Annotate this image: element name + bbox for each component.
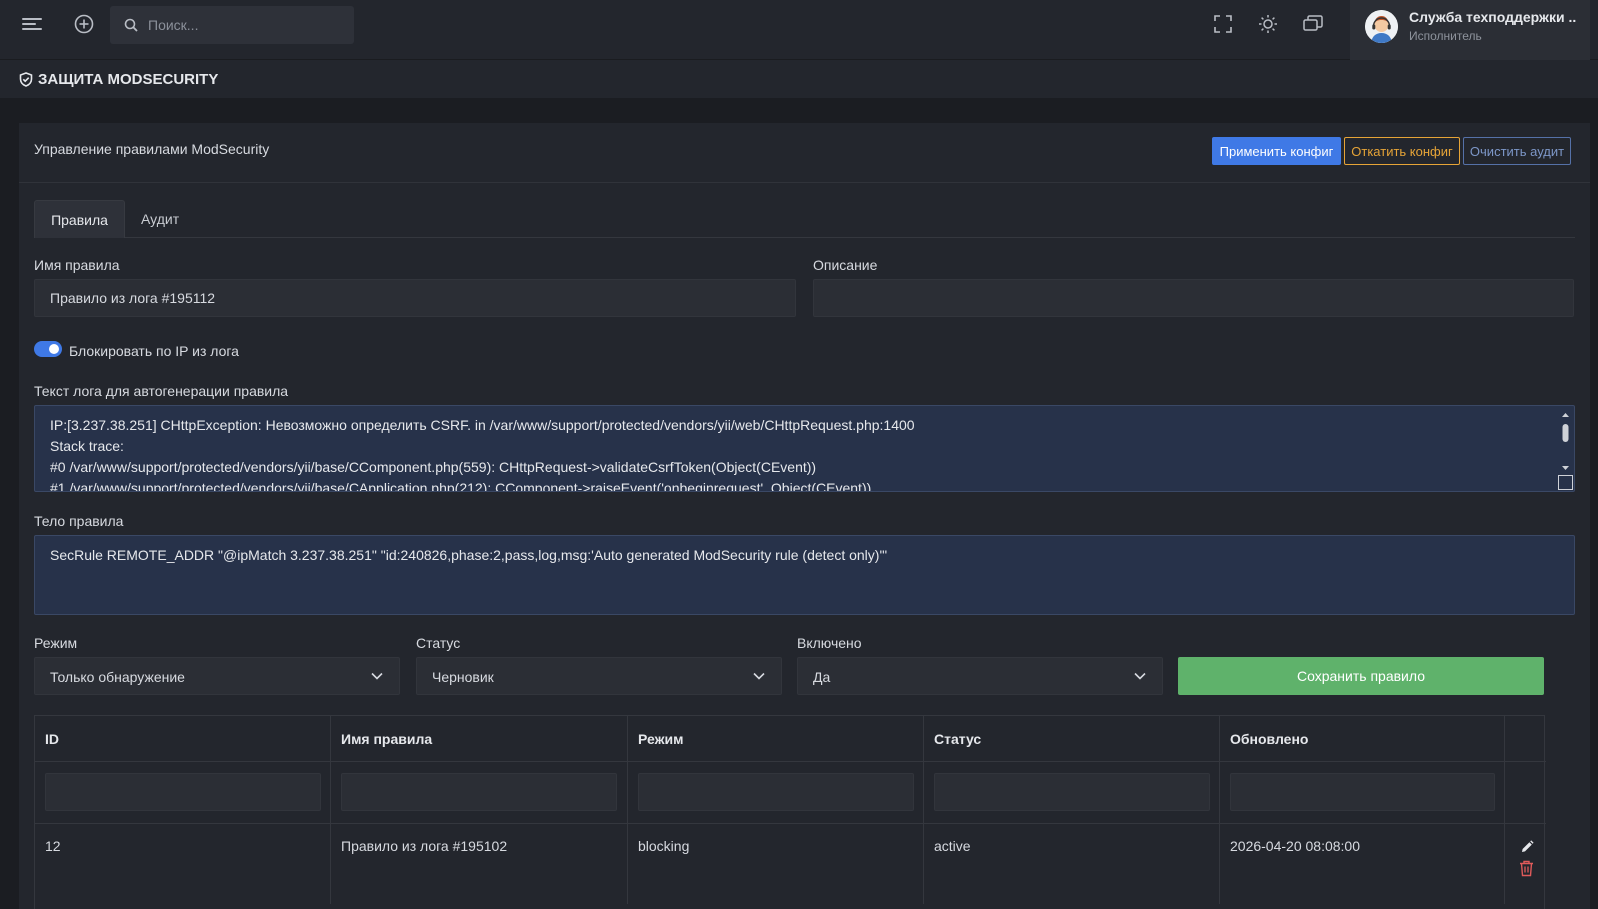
status-label: Статус	[416, 635, 461, 651]
log-text-label: Текст лога для автогенерации правила	[34, 383, 289, 399]
tabs: Правила Аудит	[34, 200, 1575, 238]
search-icon	[124, 18, 138, 32]
search-input[interactable]	[148, 6, 348, 44]
mode-label: Режим	[34, 635, 78, 651]
card-header: Управление правилами ModSecurity Примени…	[19, 123, 1590, 183]
status-select-value: Черновик	[432, 669, 494, 685]
enabled-select-value: Да	[813, 669, 831, 685]
enabled-select[interactable]: Да	[797, 657, 1163, 695]
filter-name-input[interactable]	[341, 773, 617, 811]
filter-cell	[924, 762, 1220, 824]
save-rule-button[interactable]: Сохранить правило	[1178, 657, 1544, 695]
user-name: Служба техподдержки ..	[1409, 9, 1577, 25]
chevron-down-icon	[371, 672, 383, 680]
column-header[interactable]: Режим	[628, 716, 924, 762]
filter-cell	[1505, 762, 1546, 824]
filter-status-input[interactable]	[934, 773, 1210, 811]
apply-config-button[interactable]: Применить конфиг	[1212, 137, 1341, 165]
status-select[interactable]: Черновик	[416, 657, 782, 695]
log-line: IP:[3.237.38.251] CHttpException: Невозм…	[50, 417, 915, 433]
column-header-actions	[1505, 716, 1546, 762]
log-line: Stack trace:	[50, 438, 124, 454]
user-role: Исполнитель	[1409, 29, 1482, 43]
filter-id-input[interactable]	[45, 773, 321, 811]
card-title: Управление правилами ModSecurity	[34, 141, 270, 157]
filter-cell	[331, 762, 628, 824]
filter-updated-input[interactable]	[1230, 773, 1495, 811]
block-ip-label: Блокировать по IP из лога	[69, 343, 239, 359]
clear-audit-button[interactable]: Очистить аудит	[1463, 137, 1571, 165]
page-title: ЗАЩИТА MODSECURITY	[38, 71, 219, 88]
tab-audit[interactable]: Аудит	[141, 200, 179, 238]
tab-rules[interactable]: Правила	[34, 200, 125, 238]
trash-icon[interactable]	[1519, 860, 1534, 877]
rollback-config-button[interactable]: Откатить конфиг	[1344, 137, 1460, 165]
mode-select-value: Только обнаружение	[50, 669, 185, 685]
description-input[interactable]	[813, 279, 1574, 317]
chevron-down-icon	[753, 672, 765, 680]
column-header[interactable]: Имя правила	[331, 716, 628, 762]
shield-check-icon	[19, 72, 33, 87]
log-line: #1 /var/www/support/protected/vendors/yi…	[50, 480, 872, 492]
mode-select[interactable]: Только обнаружение	[34, 657, 400, 695]
page-title-wrap: ЗАЩИТА MODSECURITY	[19, 71, 218, 88]
rules-card: Управление правилами ModSecurity Примени…	[19, 123, 1590, 909]
page-title-bar: ЗАЩИТА MODSECURITY	[0, 60, 1598, 98]
cell-actions	[1505, 824, 1546, 904]
cell-mode: blocking	[628, 824, 924, 904]
rules-table: ID Имя правила Режим Статус Обновлено 12…	[34, 715, 1546, 909]
resize-handle-icon[interactable]	[1558, 475, 1573, 490]
cell-status: active	[924, 824, 1220, 904]
top-bar: Служба техподдержки .. Исполнитель	[0, 0, 1598, 60]
fullscreen-icon[interactable]	[1207, 8, 1239, 40]
search-box	[110, 6, 354, 44]
filter-cell	[628, 762, 924, 824]
log-line: #0 /var/www/support/protected/vendors/yi…	[50, 459, 817, 475]
theme-toggle-icon[interactable]	[1252, 8, 1284, 40]
column-header[interactable]: Обновлено	[1220, 716, 1505, 762]
add-circle-icon[interactable]	[68, 8, 100, 40]
menu-icon[interactable]	[16, 8, 48, 40]
cell-id: 12	[35, 824, 331, 904]
column-header[interactable]: Статус	[924, 716, 1220, 762]
cell-name: Правило из лога #195102	[331, 824, 628, 904]
filter-mode-input[interactable]	[638, 773, 914, 811]
column-header[interactable]: ID	[35, 716, 331, 762]
avatar	[1365, 10, 1398, 43]
description-label: Описание	[813, 257, 878, 273]
user-menu[interactable]: Служба техподдержки .. Исполнитель	[1350, 0, 1590, 60]
rule-body-textarea[interactable]: SecRule REMOTE_ADDR "@ipMatch 3.237.38.2…	[34, 535, 1575, 615]
cell-updated: 2026-04-20 08:08:00	[1220, 824, 1505, 904]
log-text-textarea[interactable]: IP:[3.237.38.251] CHttpException: Невозм…	[34, 405, 1575, 492]
block-ip-toggle[interactable]	[34, 341, 62, 357]
filter-cell	[35, 762, 331, 824]
filter-cell	[1220, 762, 1505, 824]
chevron-down-icon	[1134, 672, 1146, 680]
textarea-scrollbar[interactable]	[1558, 407, 1573, 477]
rule-body-label: Тело правила	[34, 513, 124, 529]
rule-name-input[interactable]	[34, 279, 796, 317]
edit-icon[interactable]	[1520, 840, 1534, 854]
windows-icon[interactable]	[1297, 8, 1329, 40]
rule-name-label: Имя правила	[34, 257, 120, 273]
enabled-label: Включено	[797, 635, 862, 651]
